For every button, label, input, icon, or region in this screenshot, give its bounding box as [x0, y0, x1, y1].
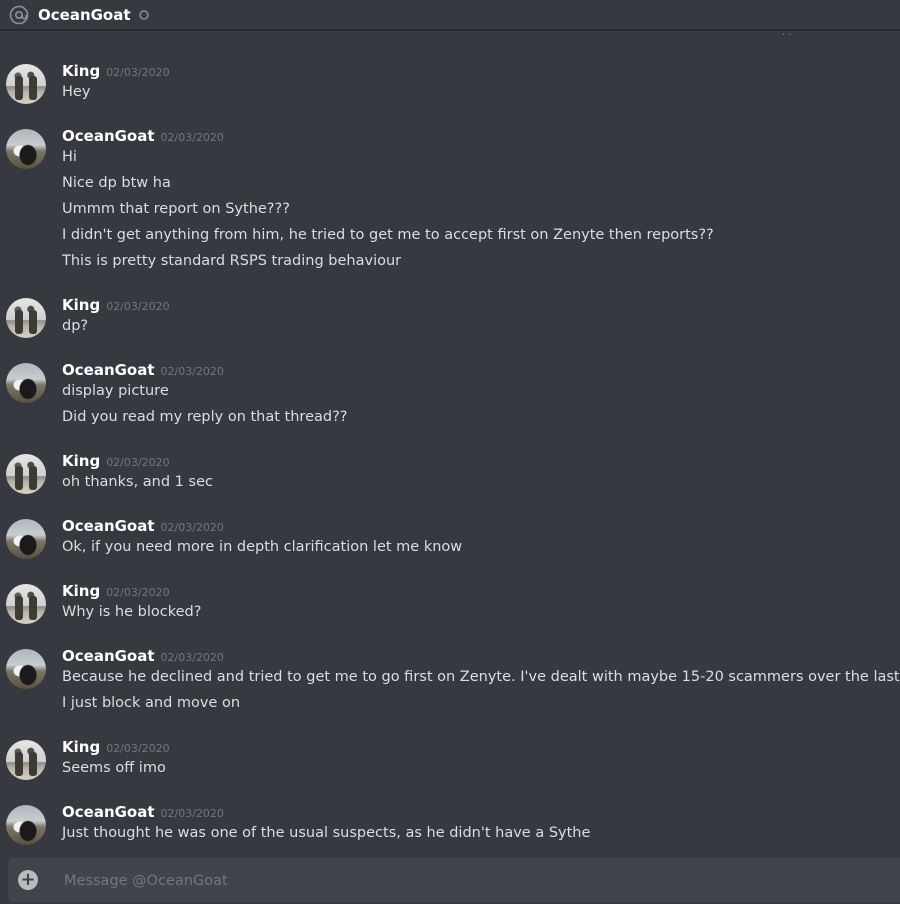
avatar[interactable] — [6, 363, 46, 403]
message-text: Just thought he was one of the usual sus… — [62, 825, 591, 841]
message-timestamp: 02/03/2020 — [106, 456, 170, 469]
message-timestamp: 02/03/2020 — [106, 300, 170, 313]
message-text: dp? — [62, 318, 89, 334]
message-author[interactable]: OceanGoat 02/03/2020 — [62, 647, 224, 665]
channel-title: OceanGoat — [38, 5, 131, 24]
message-timestamp: 02/03/2020 — [160, 131, 224, 144]
message-text: This is pretty standard RSPS trading beh… — [62, 253, 402, 269]
offline-status-icon — [138, 9, 149, 20]
message-text: Seems off imo — [62, 760, 166, 776]
message-timestamp: 02/03/2020 — [160, 521, 224, 534]
message-text: Ok, if you need more in depth clarificat… — [62, 539, 463, 555]
message-timestamp: 02/03/2020 — [106, 586, 170, 599]
message-author[interactable]: OceanGoat 02/03/2020 — [62, 517, 224, 535]
avatar[interactable] — [6, 129, 46, 169]
message-text: Why is he blocked? — [62, 604, 202, 620]
message-timestamp: 02/03/2020 — [160, 365, 224, 378]
message-author[interactable]: OceanGoat 02/03/2020 — [62, 127, 224, 145]
channel-header: OceanGoat — [0, 0, 900, 30]
message-input[interactable] — [62, 868, 866, 894]
message-timestamp: 02/03/2020 — [160, 807, 224, 820]
message-author[interactable]: King 02/03/2020 — [62, 582, 170, 600]
message-author[interactable]: OceanGoat 02/03/2020 — [62, 803, 224, 821]
message-timestamp: 02/03/2020 — [106, 66, 170, 79]
message-text: Ummm that report on Sythe??? — [62, 201, 290, 217]
avatar[interactable] — [6, 519, 46, 559]
message-timestamp: 02/03/2020 — [160, 651, 224, 664]
message-timestamp: 02/03/2020 — [106, 742, 170, 755]
avatar[interactable] — [6, 649, 46, 689]
message-author[interactable]: OceanGoat 02/03/2020 — [62, 361, 224, 379]
at-icon — [8, 4, 30, 26]
message-text: Nice dp btw ha — [62, 175, 171, 191]
message-text: Because he declined and tried to get me … — [62, 669, 900, 685]
message-author[interactable]: King 02/03/2020 — [62, 296, 170, 314]
avatar[interactable] — [6, 584, 46, 624]
message-text: Did you read my reply on that thread?? — [62, 409, 348, 425]
message-text: oh thanks, and 1 sec — [62, 474, 213, 490]
avatar[interactable] — [6, 805, 46, 845]
message-text: Hi — [62, 149, 77, 165]
avatar[interactable] — [6, 454, 46, 494]
message-text: Hey — [62, 84, 91, 100]
message-author[interactable]: King 02/03/2020 — [62, 452, 170, 470]
avatar[interactable] — [6, 740, 46, 780]
message-text: display picture — [62, 383, 169, 399]
avatar[interactable] — [6, 64, 46, 104]
message-text: I just block and move on — [62, 695, 241, 711]
message-text: I didn't get anything from him, he tried… — [62, 227, 714, 243]
message-composer: + — [8, 858, 900, 902]
plus-icon[interactable]: + — [18, 870, 38, 890]
message-author[interactable]: King 02/03/2020 — [62, 62, 170, 80]
message-list[interactable]: King 02/03/2020 Hey OceanGoat 02/03/2020 H… — [0, 38, 900, 858]
avatar[interactable] — [6, 298, 46, 338]
message-author[interactable]: King 02/03/2020 — [62, 738, 170, 756]
